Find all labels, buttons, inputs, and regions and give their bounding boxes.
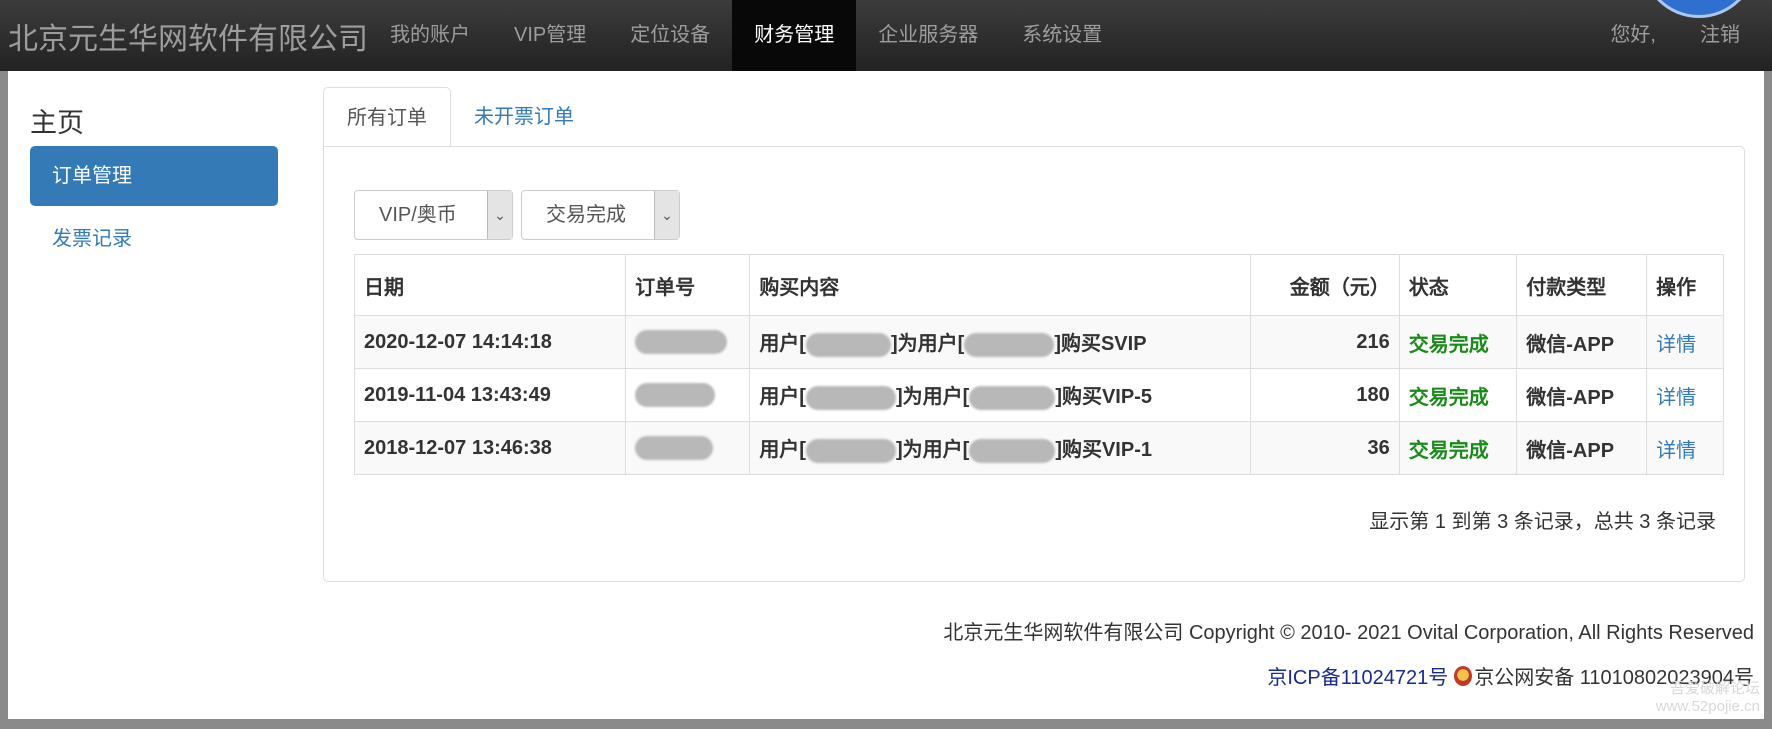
nav-my-account[interactable]: 我的账户 bbox=[368, 0, 492, 71]
header-amount[interactable]: 金额（元） bbox=[1249, 254, 1400, 316]
nav-system-settings[interactable]: 系统设置 bbox=[1000, 0, 1124, 71]
nav-vip-management[interactable]: VIP管理 bbox=[492, 0, 608, 71]
header-pay-type[interactable]: 付款类型 bbox=[1516, 254, 1648, 316]
header-date[interactable]: 日期 bbox=[353, 254, 627, 316]
details-link[interactable]: 详情 bbox=[1646, 315, 1724, 369]
order-type-value: VIP/奥币 bbox=[379, 204, 457, 226]
cell-order-no bbox=[625, 421, 751, 475]
table-header-row: 日期 订单号 购买内容 金额（元） 状态 付款类型 操作 bbox=[353, 254, 1724, 316]
cell-amount: 180 bbox=[1249, 368, 1400, 422]
order-status-select[interactable]: 交易完成 ⌄ bbox=[521, 190, 680, 240]
icp-link[interactable]: 京ICP备11024721号 bbox=[1267, 661, 1448, 690]
cell-pay-type: 微信-APP bbox=[1516, 368, 1648, 422]
greeting-text: 您好, bbox=[1610, 24, 1656, 46]
nav-location-devices[interactable]: 定位设备 bbox=[608, 0, 732, 71]
redacted-user bbox=[964, 332, 1055, 357]
cell-amount: 216 bbox=[1249, 315, 1400, 369]
sidebar-item-orders[interactable]: 订单管理 bbox=[30, 146, 278, 206]
cell-content: 用户[]为用户[]购买VIP-1 bbox=[749, 421, 1251, 475]
header-content[interactable]: 购买内容 bbox=[749, 254, 1251, 316]
cell-content: 用户[]为用户[]购买VIP-5 bbox=[749, 368, 1251, 422]
redacted-user bbox=[805, 385, 896, 410]
table-row: 2019-11-04 13:43:49 用户[]为用户[]购买VIP-5 180… bbox=[353, 368, 1724, 422]
pagination-info: 显示第 1 到第 3 条记录，总共 3 条记录 bbox=[1369, 511, 1716, 533]
cell-pay-type: 微信-APP bbox=[1516, 315, 1648, 369]
header-action: 操作 bbox=[1646, 254, 1724, 316]
details-link[interactable]: 详情 bbox=[1646, 421, 1724, 475]
nav-finance-management[interactable]: 财务管理 bbox=[732, 0, 857, 71]
redacted-user bbox=[805, 438, 896, 463]
redacted-order-no bbox=[635, 330, 728, 354]
cell-order-no bbox=[625, 315, 751, 369]
cell-date: 2020-12-07 14:14:18 bbox=[353, 315, 627, 369]
cell-status: 交易完成 bbox=[1398, 368, 1518, 422]
table-row: 2020-12-07 14:14:18 用户[]为用户[]购买SVIP 216 … bbox=[353, 315, 1724, 369]
chevron-down-icon[interactable]: ⌄ bbox=[487, 191, 512, 239]
details-link[interactable]: 详情 bbox=[1646, 368, 1724, 422]
sidebar-title: 主页 bbox=[30, 108, 84, 138]
cell-pay-type: 微信-APP bbox=[1516, 421, 1648, 475]
footer-copyright: 北京元生华网软件有限公司 Copyright © 2010- 2021 Ovit… bbox=[943, 622, 1754, 644]
watermark-line2: www.52pojie.cn bbox=[1655, 698, 1760, 715]
header-status[interactable]: 状态 bbox=[1398, 254, 1518, 316]
redacted-user bbox=[969, 438, 1056, 463]
orders-panel: VIP/奥币 ⌄ 交易完成 ⌄ 日期 订单号 购买内容 金额（元） 状态 付款类… bbox=[323, 146, 1745, 582]
order-tabs: 所有订单 未开票订单 bbox=[323, 87, 597, 148]
main-nav: 我的账户 VIP管理 定位设备 财务管理 企业服务器 系统设置 bbox=[368, 0, 1124, 71]
cell-order-no bbox=[625, 368, 751, 422]
tab-all-orders[interactable]: 所有订单 bbox=[323, 87, 451, 148]
brand-logo[interactable]: 北京元生华网软件有限公司 bbox=[8, 14, 368, 58]
cell-status: 交易完成 bbox=[1398, 421, 1518, 475]
order-type-select[interactable]: VIP/奥币 ⌄ bbox=[354, 190, 513, 240]
orders-table: 日期 订单号 购买内容 金额（元） 状态 付款类型 操作 2020-12-07 … bbox=[353, 254, 1724, 475]
watermark-line1: 吾爱破解论坛 bbox=[1669, 680, 1760, 697]
watermark: 吾爱破解论坛 www.52pojie.cn bbox=[1656, 680, 1760, 716]
redacted-user bbox=[805, 332, 891, 357]
page-content: 主页 订单管理 发票记录 所有订单 未开票订单 VIP/奥币 ⌄ 交易完成 ⌄ … bbox=[8, 71, 1764, 719]
cell-date: 2019-11-04 13:43:49 bbox=[353, 368, 627, 422]
cell-amount: 36 bbox=[1249, 421, 1400, 475]
tab-uninvoiced-orders[interactable]: 未开票订单 bbox=[451, 87, 597, 147]
redacted-user bbox=[969, 385, 1056, 410]
redacted-order-no bbox=[635, 436, 714, 460]
cell-status: 交易完成 bbox=[1398, 315, 1518, 369]
sidebar-item-invoices[interactable]: 发票记录 bbox=[30, 209, 278, 269]
order-status-value: 交易完成 bbox=[546, 204, 626, 226]
header-order-no[interactable]: 订单号 bbox=[625, 254, 751, 316]
table-row: 2018-12-07 13:46:38 用户[]为用户[]购买VIP-1 36 … bbox=[353, 421, 1724, 475]
top-navbar: 北京元生华网软件有限公司 我的账户 VIP管理 定位设备 财务管理 企业服务器 … bbox=[0, 0, 1772, 71]
police-badge-icon bbox=[1454, 665, 1473, 686]
nav-enterprise-server[interactable]: 企业服务器 bbox=[856, 0, 1000, 71]
cell-content: 用户[]为用户[]购买SVIP bbox=[749, 315, 1251, 369]
cell-date: 2018-12-07 13:46:38 bbox=[353, 421, 627, 475]
chevron-down-icon[interactable]: ⌄ bbox=[654, 191, 679, 239]
redacted-order-no bbox=[635, 383, 716, 407]
